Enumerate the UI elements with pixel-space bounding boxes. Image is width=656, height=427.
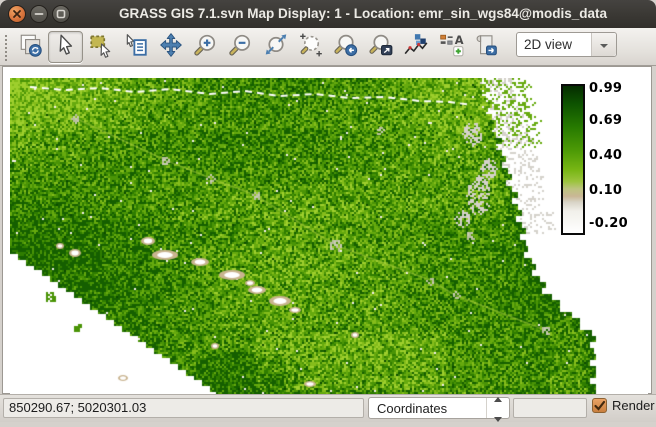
statusbar-progress-panel	[513, 398, 587, 418]
analyze-button[interactable]	[398, 31, 433, 63]
add-overlay-icon: A	[438, 32, 464, 61]
view-mode-value: 2D view	[517, 37, 591, 52]
statusbar-mode-select[interactable]: Coordinates	[368, 397, 510, 419]
render-toggle-group: Render	[592, 398, 655, 413]
grass-map-display-window: { "window": { "title": "GRASS GIS 7.1.sv…	[0, 0, 656, 421]
zoom-in-icon	[193, 32, 219, 61]
spinner-down-icon	[494, 409, 502, 427]
spinner-up-icon	[494, 389, 502, 407]
pointer-icon	[53, 32, 79, 61]
zoom-out-button[interactable]	[223, 31, 258, 63]
zoom-menu-icon	[368, 32, 394, 61]
view-mode-dropdown-button[interactable]	[591, 33, 616, 56]
statusbar-mode-spinner[interactable]	[486, 398, 509, 418]
legend-label: -0.20	[589, 217, 639, 231]
map-toolbar: A 2D view	[0, 28, 656, 66]
add-overlay-button[interactable]: A	[433, 31, 468, 63]
coordinates-display: 850290.67; 5020301.03	[3, 398, 364, 418]
select-button[interactable]	[83, 31, 118, 63]
zoom-extent-button[interactable]	[258, 31, 293, 63]
render-display-button[interactable]	[13, 31, 48, 63]
legend-label: 0.40	[589, 149, 639, 163]
zoom-extent-icon	[263, 32, 289, 61]
zoom-region-button[interactable]	[293, 31, 328, 63]
zoom-back-icon	[333, 32, 359, 61]
maximize-button[interactable]	[52, 5, 70, 23]
save-display-icon	[473, 32, 499, 61]
chevron-down-icon	[599, 36, 609, 54]
render-checkbox[interactable]	[592, 398, 607, 413]
render-checkbox-label[interactable]: Render	[612, 398, 655, 413]
query-button[interactable]	[118, 31, 153, 63]
legend-label: 0.10	[589, 184, 639, 198]
close-button[interactable]	[8, 5, 26, 23]
legend-colorbar	[561, 84, 585, 235]
legend-label: 0.69	[589, 114, 639, 128]
zoom-in-button[interactable]	[188, 31, 223, 63]
svg-text:A: A	[454, 33, 463, 47]
window-title: GRASS GIS 7.1.svn Map Display: 1 - Locat…	[80, 0, 646, 28]
analyze-icon	[403, 32, 429, 61]
legend-label: 0.99	[589, 82, 639, 96]
minimize-button[interactable]	[30, 5, 48, 23]
save-display-button[interactable]	[468, 31, 503, 63]
zoom-region-icon	[298, 32, 324, 61]
pan-button[interactable]	[153, 31, 188, 63]
select-icon	[88, 32, 114, 61]
zoom-out-icon	[228, 32, 254, 61]
toolbar-grip[interactable]	[3, 33, 9, 61]
render-display-icon	[18, 32, 44, 61]
pan-icon	[158, 32, 184, 61]
zoom-back-button[interactable]	[328, 31, 363, 63]
statusbar-mode-value: Coordinates	[369, 401, 486, 416]
query-icon	[123, 32, 149, 61]
titlebar[interactable]: GRASS GIS 7.1.svn Map Display: 1 - Locat…	[0, 0, 656, 29]
view-mode-dropdown[interactable]: 2D view	[516, 32, 617, 57]
zoom-menu-button[interactable]	[363, 31, 398, 63]
map-raster[interactable]	[10, 78, 648, 394]
statusbar: 850290.67; 5020301.03 Coordinates Render	[0, 394, 656, 422]
pointer-button[interactable]	[48, 31, 83, 63]
